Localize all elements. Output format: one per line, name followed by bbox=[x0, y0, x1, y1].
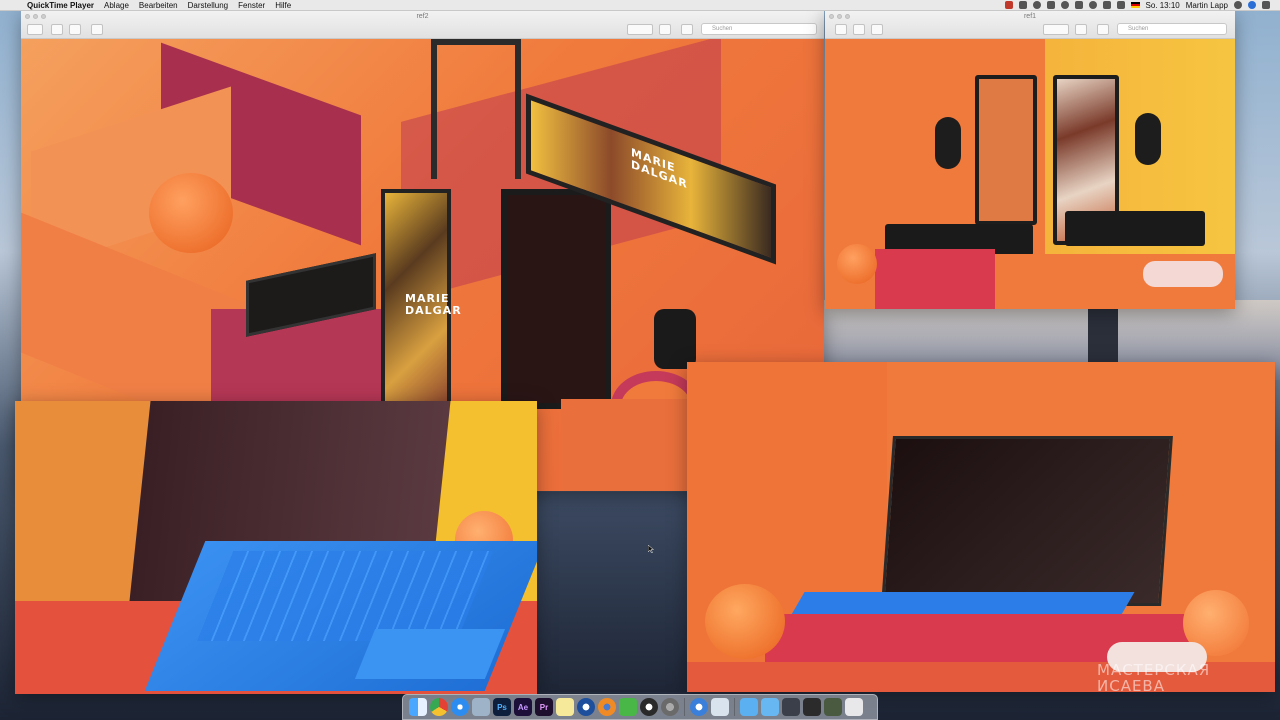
zoom-in-button[interactable] bbox=[853, 24, 865, 35]
brand-label: MARIE DALGAR bbox=[405, 292, 462, 317]
after-effects-icon[interactable]: Ae bbox=[514, 698, 532, 716]
status-area: So. 13:10 Martin Lapp bbox=[1004, 1, 1280, 10]
zoom-in-button[interactable] bbox=[69, 24, 81, 35]
menu-darstellung[interactable]: Darstellung bbox=[183, 1, 233, 10]
brand-label-2: MARIE DALGAR bbox=[631, 145, 688, 192]
folder-icon[interactable] bbox=[740, 698, 758, 716]
annotate-button[interactable] bbox=[681, 24, 693, 35]
flag-de-icon[interactable] bbox=[1130, 2, 1140, 8]
window-video-left[interactable] bbox=[15, 401, 537, 694]
window-toolbar-ref1: ref1 Suchen bbox=[825, 11, 1235, 39]
safari-icon[interactable] bbox=[451, 698, 469, 716]
spotlight-icon[interactable] bbox=[1234, 1, 1242, 9]
bluetooth-icon[interactable] bbox=[1074, 1, 1083, 9]
desktop-water bbox=[538, 492, 688, 692]
menu-hilfe[interactable]: Hilfe bbox=[270, 1, 296, 10]
desktop-tower bbox=[1088, 308, 1118, 368]
share-button[interactable] bbox=[91, 24, 103, 35]
mouse-cursor-icon bbox=[648, 545, 654, 553]
sidebar-toggle-button[interactable] bbox=[27, 24, 43, 35]
menu-bearbeiten[interactable]: Bearbeiten bbox=[134, 1, 183, 10]
siri-icon[interactable] bbox=[1248, 1, 1256, 9]
premiere-icon[interactable]: Pr bbox=[535, 698, 553, 716]
wifi-icon[interactable] bbox=[1088, 1, 1097, 9]
pumpkin-ref1 bbox=[837, 244, 877, 284]
zoom-out-button[interactable] bbox=[51, 24, 63, 35]
watermark-line-1: МАСТЕРСКАЯ bbox=[1097, 661, 1211, 679]
cinema4d-icon[interactable] bbox=[577, 698, 595, 716]
pumpkin bbox=[149, 173, 233, 253]
rotate-button[interactable] bbox=[659, 24, 671, 35]
menu-ablage[interactable]: Ablage bbox=[99, 1, 134, 10]
dock-separator-2 bbox=[734, 698, 735, 716]
preview-icon[interactable] bbox=[472, 698, 490, 716]
search-input-ref1[interactable]: Suchen bbox=[1117, 23, 1227, 35]
record-icon[interactable] bbox=[1004, 1, 1013, 9]
menu-bar: QuickTime Player Ablage Bearbeiten Darst… bbox=[0, 0, 1280, 11]
screenshot-icon[interactable] bbox=[711, 698, 729, 716]
photoshop-icon[interactable]: Ps bbox=[493, 698, 511, 716]
tablet-screen-right bbox=[881, 436, 1173, 606]
markup-button[interactable] bbox=[627, 24, 653, 35]
cloud-icon[interactable] bbox=[1018, 1, 1027, 9]
image-stack-icon[interactable] bbox=[824, 698, 842, 716]
quicktime-icon[interactable] bbox=[640, 698, 658, 716]
battery-icon[interactable] bbox=[1116, 1, 1125, 9]
menu-app-name[interactable]: QuickTime Player bbox=[22, 1, 99, 10]
watermark: МАСТЕРСКАЯ ИСАЕВА bbox=[1097, 662, 1210, 692]
notes-icon[interactable] bbox=[556, 698, 574, 716]
render-image-ref1 bbox=[825, 39, 1235, 309]
time-machine-icon[interactable] bbox=[1060, 1, 1069, 9]
window-video-right[interactable]: МАСТЕРСКАЯ ИСАЕВА bbox=[687, 362, 1275, 692]
clock[interactable]: So. 13:10 bbox=[1146, 1, 1180, 10]
markup-button[interactable] bbox=[1043, 24, 1069, 35]
trash-icon[interactable] bbox=[845, 698, 863, 716]
tablet-icon[interactable] bbox=[782, 698, 800, 716]
dock: Ps Ae Pr bbox=[402, 694, 878, 720]
menu-fenster[interactable]: Fenster bbox=[233, 1, 270, 10]
user-name[interactable]: Martin Lapp bbox=[1186, 1, 1228, 10]
watermark-line-2: ИСАЕВА bbox=[1097, 677, 1165, 692]
palette-box-standing: MARIE DALGAR bbox=[381, 189, 462, 429]
pumpkin-right bbox=[705, 584, 785, 659]
notification-center-icon[interactable] bbox=[1262, 1, 1270, 9]
folder-icon-2[interactable] bbox=[761, 698, 779, 716]
blender-icon[interactable] bbox=[598, 698, 616, 716]
window-toolbar: ref2 Suchen bbox=[21, 11, 824, 39]
volume-icon[interactable] bbox=[1102, 1, 1111, 9]
sync-icon[interactable] bbox=[1032, 1, 1041, 9]
photos-icon[interactable] bbox=[690, 698, 708, 716]
system-prefs-icon[interactable] bbox=[661, 698, 679, 716]
dock-separator bbox=[684, 698, 685, 716]
clipboard-icon[interactable] bbox=[1046, 1, 1055, 9]
rotate-button[interactable] bbox=[1075, 24, 1087, 35]
window-title: ref2 bbox=[416, 13, 429, 20]
share-button[interactable] bbox=[871, 24, 883, 35]
finder-icon[interactable] bbox=[409, 698, 427, 716]
window-ref1[interactable]: ref1 Suchen bbox=[825, 11, 1235, 309]
zoom-out-button[interactable] bbox=[835, 24, 847, 35]
annotate-button[interactable] bbox=[1097, 24, 1109, 35]
search-input[interactable]: Suchen bbox=[701, 23, 817, 35]
downloads-icon[interactable] bbox=[803, 698, 821, 716]
window-title-ref1: ref1 bbox=[1023, 13, 1037, 20]
chrome-icon[interactable] bbox=[430, 698, 448, 716]
coda-icon[interactable] bbox=[619, 698, 637, 716]
